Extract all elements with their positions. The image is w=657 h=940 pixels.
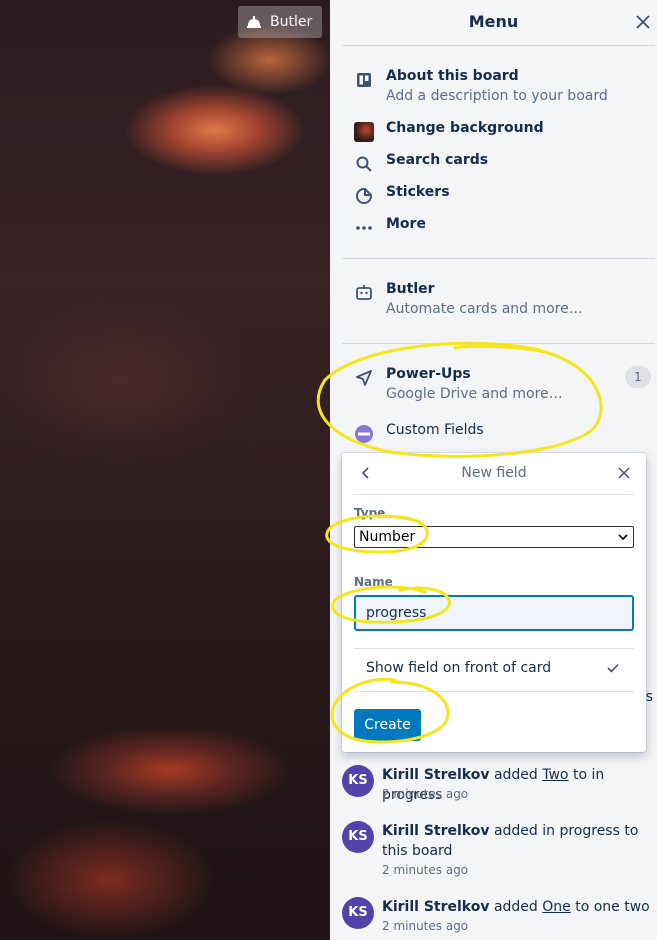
menu-item-label: Power-Ups [386, 366, 471, 382]
menu-item-label: Butler [386, 281, 435, 297]
power-ups-count-badge: 1 [625, 366, 651, 388]
menu-item-sub: Automate cards and more… [386, 301, 583, 317]
activity-text: Kirill Strelkov added One to one two [382, 897, 654, 917]
activity-time[interactable]: 2 minutes ago [382, 787, 468, 801]
type-select-value: Number [359, 529, 416, 545]
menu-item-label: About this board [386, 68, 519, 84]
menu-item-butler[interactable]: Butler Automate cards and more… [342, 281, 655, 323]
activity-card-link[interactable]: Two [542, 767, 568, 783]
board-icon [357, 73, 371, 87]
activity-time[interactable]: 2 minutes ago [382, 919, 468, 933]
butler-header-label: Butler [270, 14, 313, 30]
menu-divider [342, 343, 655, 344]
butler-header-button[interactable]: Butler [238, 6, 322, 38]
menu-item-label: Change background [386, 120, 544, 136]
butler-bell-icon [247, 16, 261, 28]
menu-item-custom-fields[interactable]: Custom Fields [342, 422, 655, 444]
popover-divider [354, 648, 634, 649]
activity-card-link[interactable]: One [542, 899, 571, 915]
activity-partial-text: s [645, 689, 653, 705]
menu-item-power-ups[interactable]: Power-Ups Google Drive and more… [342, 366, 655, 408]
menu-item-label: More [386, 216, 426, 232]
create-button[interactable]: Create [354, 709, 421, 741]
sticker-icon [356, 188, 372, 204]
activity-verb: added [493, 767, 538, 783]
menu-item-label: Stickers [386, 184, 450, 200]
activity-entry: KS Kirill Strelkov added Two to in progr… [342, 765, 655, 805]
menu-header: Menu [330, 0, 657, 44]
activity-user[interactable]: Kirill Strelkov [382, 823, 489, 839]
rocket-icon [356, 370, 372, 386]
name-input[interactable]: progress [354, 595, 634, 631]
menu-item-sub: Add a description to your board [386, 88, 608, 104]
menu-item-more[interactable]: More [342, 216, 655, 238]
activity-time[interactable]: 2 minutes ago [382, 863, 468, 877]
butler-icon [356, 285, 372, 300]
new-field-popover: New field Type Number Name progress Show… [342, 453, 646, 752]
ellipsis-icon [356, 226, 372, 230]
search-icon [356, 156, 372, 172]
activity-rest: to one two [575, 899, 650, 915]
menu-item-label: Custom Fields [386, 422, 484, 438]
menu-item-search-cards[interactable]: Search cards [342, 152, 655, 174]
activity-entry: KS Kirill Strelkov added One to one two … [342, 897, 655, 937]
menu-item-stickers[interactable]: Stickers [342, 184, 655, 206]
popover-divider [354, 691, 634, 692]
popover-title: New field [461, 465, 527, 481]
menu-item-about-board[interactable]: About this board Add a description to yo… [342, 68, 655, 110]
show-on-front-toggle[interactable]: Show field on front of card [354, 650, 634, 686]
type-label: Type [354, 506, 386, 520]
background-thumbnail [354, 122, 374, 142]
activity-text: Kirill Strelkov added in progress to thi… [382, 821, 654, 861]
chevron-down-icon [618, 534, 628, 541]
activity-verb: added [493, 823, 538, 839]
activity-user[interactable]: Kirill Strelkov [382, 899, 489, 915]
custom-fields-icon [355, 425, 373, 443]
activity-user[interactable]: Kirill Strelkov [382, 767, 489, 783]
board-background: Butler [0, 0, 330, 940]
show-on-front-label: Show field on front of card [366, 660, 552, 676]
menu-divider [342, 45, 655, 46]
avatar[interactable]: KS [342, 821, 374, 853]
avatar[interactable]: KS [342, 897, 374, 929]
menu-divider [342, 258, 655, 259]
close-icon[interactable] [616, 465, 632, 481]
popover-divider [354, 494, 634, 495]
close-icon[interactable] [633, 12, 653, 32]
menu-item-change-background[interactable]: Change background [342, 120, 655, 142]
checkmark-icon [607, 663, 619, 673]
activity-verb: added [493, 899, 538, 915]
menu-title: Menu [468, 12, 519, 31]
menu-item-label: Search cards [386, 152, 489, 168]
menu-item-sub: Google Drive and more… [386, 386, 563, 402]
avatar[interactable]: KS [342, 765, 374, 797]
type-select[interactable]: Number [354, 526, 634, 548]
activity-entry: KS Kirill Strelkov added in progress to … [342, 821, 655, 881]
name-label: Name [354, 575, 393, 589]
